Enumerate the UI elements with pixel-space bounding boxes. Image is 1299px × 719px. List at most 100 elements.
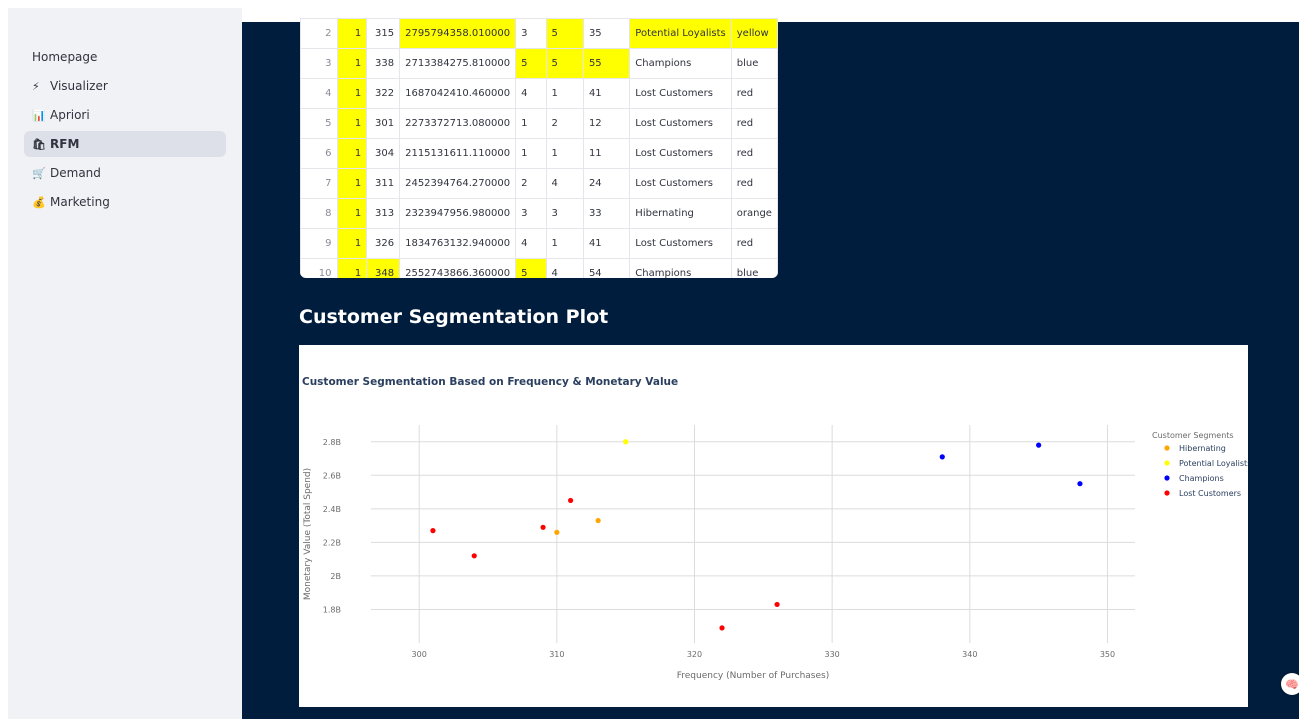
cell-segment: Lost Customers [629, 168, 732, 199]
sidebar-item-marketing[interactable]: 💰 Marketing [24, 189, 226, 215]
demand-icon: 🛒 [32, 166, 46, 180]
cell-f-score: 3 [515, 18, 547, 49]
data-point-lost-customers [774, 601, 780, 608]
cell-r: 1 [336, 48, 368, 79]
y-tick-label: 2.8B [323, 438, 341, 447]
cell-m-score: 4 [545, 168, 584, 199]
y-tick-label: 1.8B [323, 605, 341, 614]
y-axis-label: Monetary Value (Total Spend) [303, 468, 313, 600]
cell-idx: 5 [300, 108, 338, 139]
cell-m-score: 4 [545, 258, 584, 278]
cell-color: yellow [730, 18, 778, 49]
x-tick-label: 320 [687, 650, 702, 659]
cell-m-score: 1 [545, 228, 584, 259]
cell-f-score: 1 [515, 108, 547, 139]
cell-r: 1 [336, 198, 368, 229]
cell-r: 1 [336, 18, 368, 49]
cell-rfm: 11 [582, 138, 631, 169]
scatter-plot: Customer Segmentation Based on Frequency… [302, 376, 1248, 681]
cell-color: blue [730, 48, 778, 79]
x-tick-label: 300 [412, 650, 427, 659]
cell-freq: 315 [366, 18, 401, 49]
cell-freq: 326 [366, 228, 401, 259]
data-point-lost-customers [719, 625, 725, 631]
data-point-potential-loyalists [623, 439, 629, 445]
data-point-hibernating [595, 517, 601, 524]
cell-idx: 3 [300, 48, 338, 79]
assistant-icon[interactable]: 🧠 [1281, 673, 1299, 695]
cell-r: 1 [336, 228, 368, 259]
cell-idx: 8 [300, 198, 338, 229]
cell-segment: Lost Customers [629, 108, 732, 139]
x-tick-label: 330 [825, 650, 840, 659]
chart-title: Customer Segmentation Based on Frequency… [302, 376, 678, 388]
cell-r: 1 [336, 108, 368, 139]
table-row: 10 1 348 2552743866.360000 5 4 54 Champions blue [300, 258, 778, 278]
cell-rfm: 35 [582, 18, 631, 49]
sidebar-item-homepage[interactable]: Homepage [24, 44, 226, 70]
cell-idx: 4 [300, 78, 338, 109]
sidebar-item-visualizer[interactable]: ⚡ Visualizer [24, 73, 226, 99]
sidebar-item-demand[interactable]: 🛒 Demand [24, 160, 226, 186]
cell-m-score: 1 [545, 138, 584, 169]
x-tick-label: 350 [1100, 650, 1115, 659]
sidebar-item-label: Visualizer [50, 79, 108, 93]
cell-r: 1 [336, 258, 368, 278]
legend-entry: Lost Customers [1179, 489, 1241, 498]
cell-r: 1 [336, 168, 368, 199]
cell-segment: Hibernating [629, 198, 732, 229]
x-tick-label: 310 [549, 650, 564, 659]
legend-entry: Champions [1179, 474, 1224, 483]
cell-segment: Potential Loyalists [629, 18, 732, 49]
cell-f-score: 5 [515, 48, 547, 79]
legend-marker [1164, 445, 1170, 451]
sidebar: Homepage ⚡ Visualizer 📊 Apriori 🛍 RFM 🛒 Demand 💰 M… [8, 8, 242, 719]
cell-rfm: 54 [582, 258, 631, 278]
legend-entry: Potential Loyalists [1179, 459, 1248, 468]
data-point-lost-customers [430, 528, 436, 534]
cell-m-score: 5 [545, 48, 584, 79]
x-tick-label: 340 [962, 650, 977, 659]
sidebar-item-apriori[interactable]: 📊 Apriori [24, 102, 226, 128]
cell-freq: 348 [366, 258, 401, 278]
cell-monetary: 1687042410.460000 [399, 78, 517, 109]
sidebar-nav: Homepage ⚡ Visualizer 📊 Apriori 🛍 RFM 🛒 Demand 💰 M… [24, 44, 226, 218]
cell-m-score: 2 [545, 108, 584, 139]
apriori-icon: 📊 [32, 108, 46, 122]
cell-segment: Champions [629, 48, 732, 79]
cell-f-score: 5 [515, 258, 547, 278]
cell-rfm: 24 [582, 168, 631, 199]
cell-color: red [730, 168, 778, 199]
table-row: 3 1 338 2713384275.810000 5 5 55 Champions blue [300, 48, 778, 79]
cell-color: blue [730, 258, 778, 278]
cell-freq: 338 [366, 48, 401, 79]
segmentation-chart[interactable]: Customer Segmentation Based on Frequency… [299, 345, 1248, 707]
legend-marker [1164, 475, 1170, 481]
rfm-data-table[interactable]: 2 1 315 2795794358.010000 3 5 35 Potential Loya… [300, 18, 778, 278]
legend-title: Customer Segments [1152, 431, 1234, 440]
cell-monetary: 2552743866.360000 [399, 258, 517, 278]
data-point-lost-customers [471, 553, 477, 559]
cell-f-score: 1 [515, 138, 547, 169]
cell-segment: Champions [629, 258, 732, 278]
marketing-icon: 💰 [32, 195, 46, 209]
cell-f-score: 4 [515, 78, 547, 109]
visualizer-icon: ⚡ [32, 79, 40, 93]
cell-monetary: 2323947956.980000 [399, 198, 517, 229]
cell-monetary: 2713384275.810000 [399, 48, 517, 79]
sidebar-item-label: Homepage [32, 50, 98, 64]
table-row: 5 1 301 2273372713.080000 1 2 12 Lost Customers… [300, 108, 778, 139]
cell-segment: Lost Customers [629, 78, 732, 109]
cell-monetary: 1834763132.940000 [399, 228, 517, 259]
cell-idx: 10 [300, 258, 338, 278]
data-point-hibernating [554, 529, 560, 535]
sidebar-item-rfm[interactable]: 🛍 RFM [24, 131, 226, 157]
cell-rfm: 33 [582, 198, 631, 229]
y-tick-label: 2.6B [323, 471, 341, 480]
cell-color: red [730, 228, 778, 259]
table-row: 8 1 313 2323947956.980000 3 3 33 Hibernating ora… [300, 198, 778, 229]
y-tick-label: 2B [330, 572, 341, 581]
cell-idx: 7 [300, 168, 338, 199]
cell-idx: 2 [300, 18, 338, 49]
cell-monetary: 2115131611.110000 [399, 138, 517, 169]
